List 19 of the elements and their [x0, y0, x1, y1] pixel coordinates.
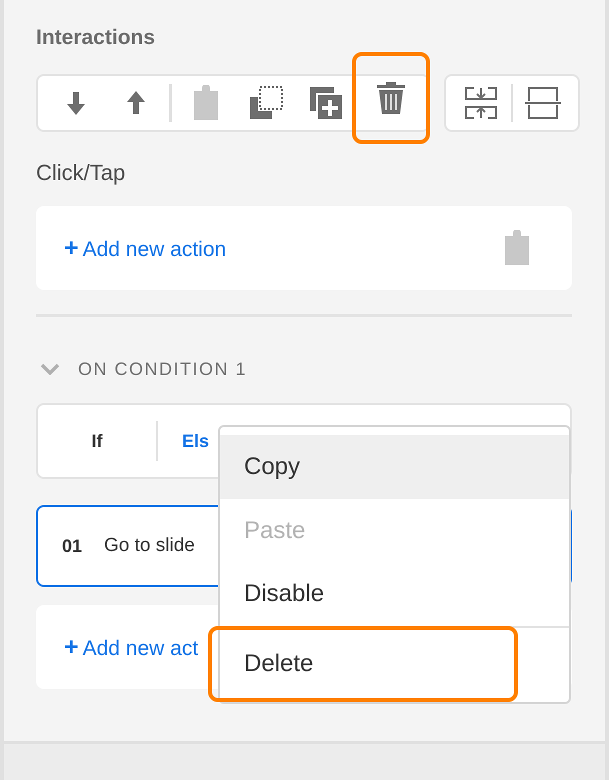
condition-title: ON CONDITION 1 [78, 358, 248, 380]
clipboard-icon [502, 230, 532, 266]
copy-icon [248, 86, 283, 120]
trash-icon [376, 81, 406, 115]
menu-item[interactable]: Disable [220, 562, 569, 626]
action-label: Go to slide [104, 535, 195, 557]
add-action-link[interactable]: + Add new act [64, 632, 198, 662]
panel-title: Interactions [36, 26, 156, 50]
menu-item[interactable]: Copy [220, 435, 569, 499]
tab[interactable]: Els [158, 430, 218, 452]
toolbar-button[interactable] [352, 52, 430, 144]
menu-item[interactable]: Delete [208, 626, 518, 702]
collapse-rows-icon [464, 86, 498, 120]
add-action-link[interactable]: + Add new action [64, 234, 226, 262]
duplicate-plus-icon [308, 86, 343, 120]
action-number: 01 [62, 536, 82, 556]
split-rows-icon [524, 86, 562, 120]
trigger-label: Click/Tap [36, 160, 126, 186]
tab[interactable]: If [38, 430, 156, 452]
